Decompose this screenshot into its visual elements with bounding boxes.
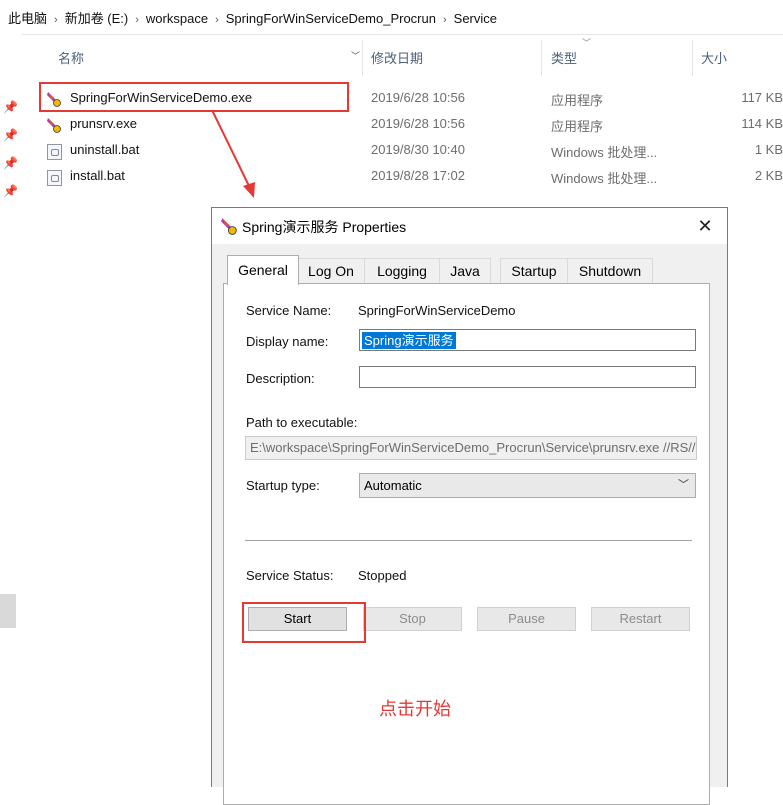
file-date: 2019/8/30 10:40: [371, 142, 465, 157]
service-name-label: Service Name:: [246, 303, 332, 318]
dialog-title: Spring演示服务 Properties: [242, 219, 407, 235]
breadcrumb-separator-icon[interactable]: ›: [54, 14, 58, 26]
file-type: Windows 批处理...: [551, 145, 658, 160]
column-header-size[interactable]: 大小: [701, 48, 727, 67]
startup-type-value: Automatic: [364, 478, 422, 493]
tab-shutdown[interactable]: Shutdown: [567, 258, 653, 283]
file-size: 1 KB: [754, 142, 783, 157]
file-row[interactable]: install.bat 2019/8/28 17:02 Windows 批处理.…: [40, 164, 783, 190]
sort-chevron-icon: ﹀: [582, 38, 592, 48]
path-to-executable-field[interactable]: E:\workspace\SpringForWinServiceDemo_Pro…: [245, 436, 697, 460]
column-divider[interactable]: [692, 40, 693, 76]
file-type: Windows 批处理...: [551, 171, 658, 186]
column-header-type[interactable]: 类型: [551, 48, 577, 67]
column-header-date[interactable]: 修改日期: [371, 48, 423, 67]
pin-icon[interactable]: 📌: [3, 100, 18, 114]
divider: [245, 540, 692, 541]
pin-icon[interactable]: 📌: [3, 128, 18, 142]
tab-logging[interactable]: Logging: [364, 258, 440, 283]
start-button[interactable]: Start: [248, 607, 347, 631]
file-name[interactable]: SpringForWinServiceDemo.exe: [70, 90, 252, 105]
close-icon[interactable]: ✕: [693, 214, 717, 238]
startup-type-label: Startup type:: [246, 478, 320, 493]
file-date: 2019/6/28 10:56: [371, 116, 465, 131]
file-type: 应用程序: [551, 119, 604, 134]
pause-button[interactable]: Pause: [477, 607, 576, 631]
startup-type-select[interactable]: Automatic ﹀: [359, 473, 696, 498]
pin-icon[interactable]: 📌: [3, 156, 18, 170]
file-size: 114 KB: [741, 116, 783, 131]
file-size: 2 KB: [754, 168, 783, 183]
tab-startup[interactable]: Startup: [500, 258, 568, 283]
annotation-text: 点击开始: [379, 699, 451, 719]
service-status-label: Service Status:: [246, 568, 334, 583]
general-tab-panel: Service Name: SpringForWinServiceDemo Di…: [223, 283, 710, 805]
feather-exe-icon: [47, 118, 61, 133]
dialog-titlebar[interactable]: Spring演示服务 Properties ✕: [212, 208, 727, 244]
file-row[interactable]: prunsrv.exe 2019/6/28 10:56 应用程序 114 KB: [40, 112, 783, 138]
breadcrumb-service-folder[interactable]: Service: [454, 11, 497, 26]
breadcrumb-separator-icon[interactable]: ›: [215, 14, 219, 26]
batch-file-icon: [46, 143, 62, 160]
feather-app-icon: [221, 218, 237, 235]
breadcrumb-separator-icon[interactable]: ›: [443, 14, 447, 26]
file-type: 应用程序: [551, 93, 604, 108]
file-row[interactable]: uninstall.bat 2019/8/30 10:40 Windows 批处…: [40, 138, 783, 164]
service-properties-dialog: Spring演示服务 Properties ✕ General Log On L…: [211, 207, 728, 805]
breadcrumb-separator-icon[interactable]: ›: [135, 14, 139, 26]
batch-file-icon: [46, 169, 62, 186]
chevron-down-icon[interactable]: ﹀: [351, 49, 360, 62]
pin-icon[interactable]: 📌: [3, 184, 18, 198]
path-label: Path to executable:: [246, 415, 358, 430]
column-divider[interactable]: [541, 40, 542, 76]
address-breadcrumb: 此电脑 › 新加卷 (E:) › workspace › SpringForWinServi…: [0, 0, 783, 35]
tab-log-on[interactable]: Log On: [297, 258, 365, 283]
feather-exe-icon: [47, 92, 61, 107]
file-size: 117 KB: [741, 90, 783, 105]
service-status-value: Stopped: [358, 568, 407, 583]
display-name-value: Spring演示服务: [362, 332, 456, 349]
navigation-pane: 📌 📌 📌 📌: [0, 34, 22, 786]
tab-general[interactable]: General: [227, 255, 299, 285]
breadcrumb-volume-e[interactable]: 新加卷 (E:): [65, 11, 129, 26]
breadcrumb-workspace[interactable]: workspace: [146, 11, 208, 26]
navigation-selected-item[interactable]: [0, 594, 16, 628]
callout-arrow-icon: [211, 109, 255, 198]
description-input[interactable]: [359, 366, 696, 388]
display-name-label: Display name:: [246, 334, 329, 349]
tab-java[interactable]: Java: [439, 258, 491, 283]
file-date: 2019/6/28 10:56: [371, 90, 465, 105]
file-name[interactable]: uninstall.bat: [70, 142, 139, 157]
display-name-input[interactable]: Spring演示服务: [359, 329, 696, 351]
file-date: 2019/8/28 17:02: [371, 168, 465, 183]
stop-button[interactable]: Stop: [363, 607, 462, 631]
restart-button[interactable]: Restart: [591, 607, 690, 631]
service-name-value: SpringForWinServiceDemo: [358, 303, 516, 318]
column-header-name[interactable]: 名称: [58, 48, 84, 67]
column-divider[interactable]: [362, 40, 363, 76]
chevron-down-icon[interactable]: ﹀: [678, 474, 689, 497]
file-name[interactable]: prunsrv.exe: [70, 116, 137, 131]
file-name[interactable]: install.bat: [70, 168, 125, 183]
file-row[interactable]: SpringForWinServiceDemo.exe 2019/6/28 10…: [40, 86, 783, 112]
breadcrumb-this-pc[interactable]: 此电脑: [8, 11, 47, 26]
description-label: Description:: [246, 371, 315, 386]
breadcrumb-project-folder[interactable]: SpringForWinServiceDemo_Procrun: [226, 11, 436, 26]
